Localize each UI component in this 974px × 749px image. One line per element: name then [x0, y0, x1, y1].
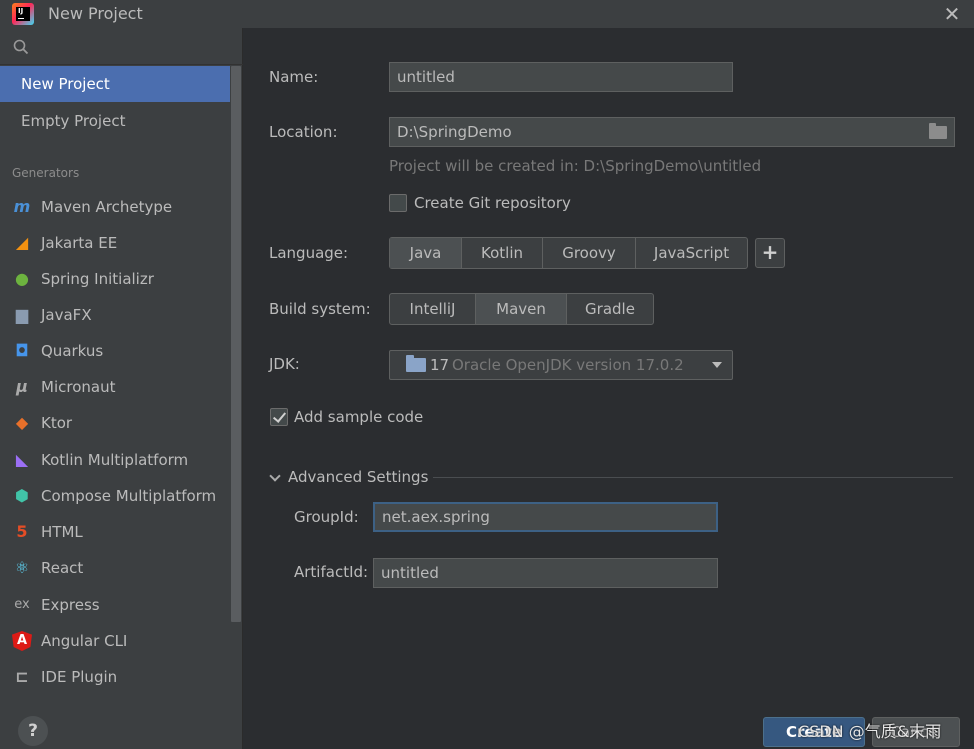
sidebar-item-quarkus[interactable]: ◘ Quarkus: [0, 334, 230, 368]
jdk-label: JDK:: [269, 355, 300, 373]
generators-header: Generators: [12, 166, 80, 180]
intellij-logo-icon: IJ: [12, 3, 34, 25]
sidebar-item-javafx[interactable]: ▆ JavaFX: [0, 298, 230, 332]
sidebar-item-micronaut[interactable]: μ Micronaut: [0, 370, 230, 404]
sidebar-item-label: New Project: [21, 75, 110, 93]
express-icon: ex: [14, 597, 30, 612]
sidebar-item-label: Angular CLI: [41, 632, 128, 650]
artifactid-field[interactable]: untitled: [373, 558, 718, 588]
sidebar-item-new-project[interactable]: New Project: [0, 66, 230, 102]
sidebar-item-label: HTML: [41, 523, 83, 541]
javafx-icon: ▆: [15, 305, 29, 324]
build-system-label: Build system:: [269, 300, 371, 318]
sidebar-item-label: Spring Initializr: [41, 270, 154, 288]
advanced-settings-toggle[interactable]: Advanced Settings: [288, 468, 428, 486]
add-language-button[interactable]: +: [755, 238, 785, 268]
sidebar-item-kotlin-multiplatform[interactable]: ◣ Kotlin Multiplatform: [0, 443, 230, 477]
jakarta-ee-icon: ◢: [15, 233, 29, 252]
sidebar-item-empty-project[interactable]: Empty Project: [0, 103, 230, 139]
location-hint: Project will be created in: D:\SpringDem…: [389, 157, 762, 175]
maven-icon: m: [13, 197, 31, 216]
build-option-gradle[interactable]: Gradle: [567, 294, 653, 324]
html5-icon: 5: [16, 522, 28, 541]
jdk-version: 17: [430, 356, 450, 374]
sidebar-item-label: Ktor: [41, 414, 73, 432]
name-field[interactable]: untitled: [389, 62, 733, 92]
watermark: CSDN @气质&末雨: [798, 722, 942, 741]
sidebar-item-ide-plugin[interactable]: ⊏ IDE Plugin: [0, 660, 230, 694]
sidebar-item-label: Kotlin Multiplatform: [41, 451, 189, 469]
sidebar-item-react[interactable]: ⚛ React: [0, 551, 230, 585]
divider: [433, 477, 953, 478]
sidebar-item-ktor[interactable]: ◆ Ktor: [0, 406, 230, 440]
jdk-folder-icon: [406, 355, 426, 372]
browse-folder-icon[interactable]: [929, 123, 947, 139]
sidebar-item-compose-multiplatform[interactable]: ⬢ Compose Multiplatform: [0, 479, 230, 513]
location-label: Location:: [269, 123, 338, 141]
location-field[interactable]: D:\SpringDemo: [389, 117, 955, 147]
sidebar-item-spring-initializr[interactable]: ● Spring Initializr: [0, 262, 230, 296]
build-option-maven[interactable]: Maven: [476, 294, 567, 324]
react-icon: ⚛: [14, 558, 30, 577]
sample-code-checkbox[interactable]: [270, 408, 288, 426]
sidebar-item-label: Jakarta EE: [41, 234, 118, 252]
git-checkbox-label: Create Git repository: [414, 194, 571, 212]
language-option-groovy[interactable]: Groovy: [543, 238, 636, 268]
language-option-java[interactable]: Java: [390, 238, 462, 268]
language-option-javascript[interactable]: JavaScript: [636, 238, 747, 268]
compose-icon: ⬢: [15, 486, 29, 505]
quarkus-icon: ◘: [15, 341, 29, 360]
sidebar-item-label: JavaFX: [41, 306, 92, 324]
groupid-label: GroupId:: [294, 508, 359, 526]
name-label: Name:: [269, 68, 319, 86]
groupid-field[interactable]: net.aex.spring: [373, 502, 718, 532]
sidebar-item-express[interactable]: ex Express: [0, 588, 230, 622]
chevron-down-icon[interactable]: [269, 470, 281, 482]
sample-code-label: Add sample code: [294, 408, 424, 426]
chevron-down-icon: [712, 362, 722, 368]
spring-icon: ●: [15, 269, 29, 288]
kotlin-icon: ◣: [15, 450, 29, 469]
sidebar-item-label: IDE Plugin: [41, 668, 118, 686]
sidebar-search[interactable]: [0, 28, 243, 65]
jdk-description: Oracle OpenJDK version 17.0.2: [452, 356, 684, 374]
micronaut-icon: μ: [16, 377, 28, 396]
project-form: Name: untitled Location: D:\SpringDemo P…: [244, 28, 974, 749]
sidebar-item-maven-archetype[interactable]: m Maven Archetype: [0, 190, 230, 224]
language-option-kotlin[interactable]: Kotlin: [462, 238, 543, 268]
git-checkbox[interactable]: [389, 194, 407, 212]
build-system-selector: IntelliJ Maven Gradle: [389, 293, 654, 325]
sidebar-item-angular-cli[interactable]: A Angular CLI: [0, 624, 230, 658]
search-icon: [13, 39, 29, 55]
close-icon[interactable]: ✕: [940, 2, 964, 26]
sidebar-item-label: Express: [41, 596, 100, 614]
language-label: Language:: [269, 244, 349, 262]
build-option-intellij[interactable]: IntelliJ: [390, 294, 476, 324]
sidebar-item-label: Quarkus: [41, 342, 104, 360]
window-title: New Project: [48, 4, 143, 23]
sidebar-item-jakarta-ee[interactable]: ◢ Jakarta EE: [0, 226, 230, 260]
jdk-dropdown[interactable]: 17 Oracle OpenJDK version 17.0.2: [389, 350, 733, 380]
sidebar-item-label: Compose Multiplatform: [41, 487, 217, 505]
ktor-icon: ◆: [15, 413, 29, 432]
sidebar-item-label: React: [41, 559, 84, 577]
sidebar-scrollbar[interactable]: [231, 66, 241, 622]
language-selector: Java Kotlin Groovy JavaScript: [389, 237, 748, 269]
title-bar: IJ New Project ✕: [0, 0, 974, 28]
help-button[interactable]: ?: [18, 716, 48, 746]
plugin-icon: ⊏: [15, 667, 29, 686]
sidebar-item-html[interactable]: 5 HTML: [0, 515, 230, 549]
location-value: D:\SpringDemo: [397, 123, 512, 141]
sidebar: New Project Empty Project Generators m M…: [0, 28, 243, 749]
angular-icon: A: [12, 631, 32, 651]
sidebar-item-label: Empty Project: [21, 112, 126, 130]
artifactid-label: ArtifactId:: [294, 563, 369, 581]
sidebar-item-label: Micronaut: [41, 378, 116, 396]
sidebar-item-label: Maven Archetype: [41, 198, 173, 216]
